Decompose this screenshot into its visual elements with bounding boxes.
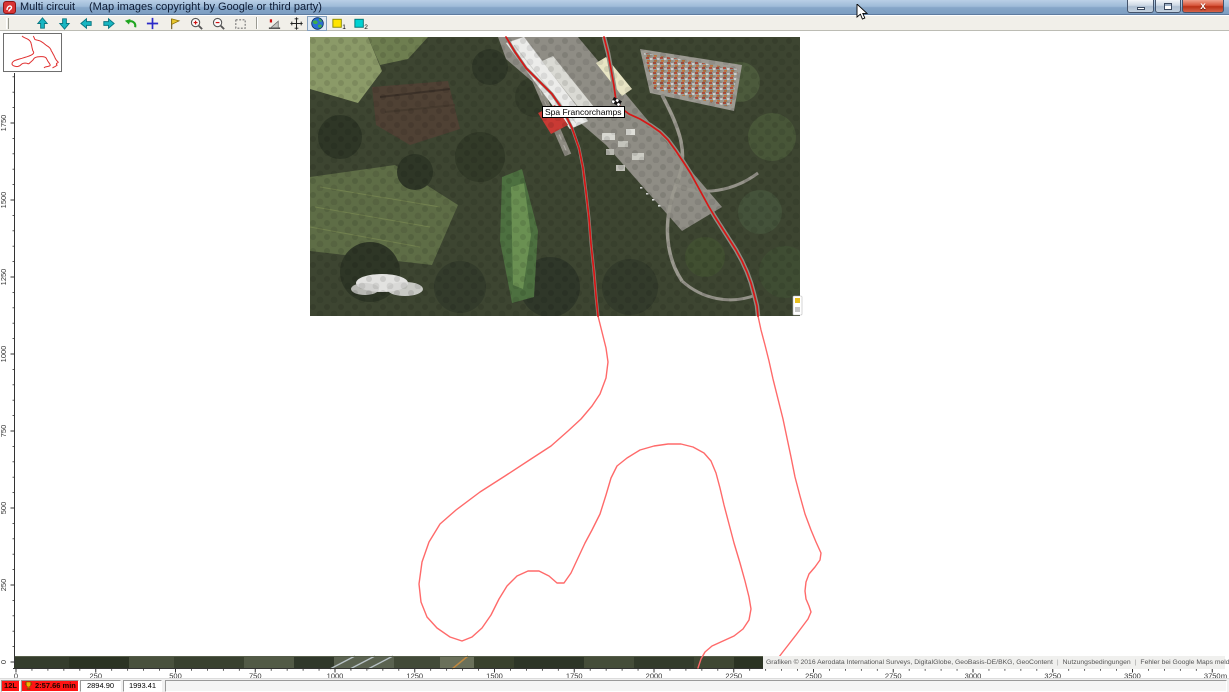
map-overlay-toggle-button[interactable] <box>307 16 327 31</box>
pan-right-icon <box>101 16 116 31</box>
zoom-in-icon <box>189 16 204 31</box>
zoom-out-icon <box>211 16 226 31</box>
svg-text:1750: 1750 <box>0 115 8 132</box>
zoom-select-button[interactable] <box>229 16 251 31</box>
move-tool-button[interactable] <box>141 16 163 31</box>
track-thumbnail-icon <box>4 34 61 71</box>
svg-text:1500: 1500 <box>0 192 8 209</box>
pan-up-icon <box>35 16 50 31</box>
svg-text:1000: 1000 <box>0 346 8 363</box>
pan-down-button[interactable] <box>53 16 75 31</box>
flag-tool-button[interactable] <box>163 16 185 31</box>
pan-left-button[interactable] <box>75 16 97 31</box>
slope-tool-button[interactable] <box>263 16 285 31</box>
svg-text:2: 2 <box>364 24 368 31</box>
trophy-icon <box>24 681 33 691</box>
svg-text:500: 500 <box>0 502 8 515</box>
cursor-y-panel: 1993.41 (Y) <box>123 680 162 692</box>
title-bar[interactable]: Multi circuit (Map images copyright by G… <box>0 0 1229 15</box>
selection-rect-icon <box>233 16 248 31</box>
close-button[interactable]: x <box>1182 0 1224 13</box>
plot-canvas[interactable]: 0250500750100012501500175020002250250027… <box>0 31 1229 678</box>
marker-2-icon: 2 <box>353 16 368 31</box>
marker-2-button[interactable]: 2 <box>349 16 371 31</box>
pan-left-icon <box>79 16 94 31</box>
undo-icon <box>123 16 138 31</box>
svg-text:0: 0 <box>0 660 8 664</box>
close-icon: x <box>1200 1 1206 12</box>
marker-1-icon: 1 <box>331 16 346 31</box>
lap-count-badge: 12L <box>1 680 20 692</box>
app-window: Multi circuit (Map images copyright by G… <box>0 0 1229 692</box>
attribution-text: Grafiken © 2016 Aerodata International S… <box>766 659 1053 666</box>
svg-text:1250: 1250 <box>0 269 8 286</box>
status-bar: 12L 2:57.66 min 2894.90 (X) 1993.41 (Y) <box>0 678 1229 692</box>
pan-up-button[interactable] <box>31 16 53 31</box>
satellite-image[interactable] <box>310 35 811 317</box>
crosshair-tool-button[interactable] <box>285 16 307 31</box>
svg-text:1: 1 <box>342 24 346 31</box>
globe-icon <box>310 16 325 31</box>
toolbar-gripper[interactable] <box>6 18 9 29</box>
best-lap-time: 2:57.66 min <box>35 681 76 691</box>
move-cross-icon <box>145 16 160 31</box>
marker-1-button[interactable]: 1 <box>327 16 349 31</box>
report-error-link[interactable]: Fehler bei Google Maps melden <box>1140 659 1229 666</box>
svg-text:750: 750 <box>0 425 8 438</box>
window-title: Multi circuit <box>20 1 75 13</box>
zoom-in-button[interactable] <box>185 16 207 31</box>
svg-text:250: 250 <box>0 579 8 592</box>
map-label-tooltip: Spa Francorchamps <box>542 106 625 118</box>
zoom-out-button[interactable] <box>207 16 229 31</box>
maximize-icon <box>1164 3 1172 10</box>
pan-right-button[interactable] <box>97 16 119 31</box>
slope-icon <box>267 16 282 31</box>
status-empty-panel <box>165 680 1227 692</box>
undo-view-button[interactable] <box>119 16 141 31</box>
minimize-icon <box>1137 7 1145 10</box>
terms-link[interactable]: Nutzungsbedingungen <box>1063 659 1131 666</box>
minimize-button[interactable] <box>1127 0 1154 13</box>
cursor-x-panel: 2894.90 (X) <box>80 680 121 692</box>
map-scene[interactable]: 0250500750100012501500175020002250250027… <box>0 31 1229 678</box>
best-lap-panel: 2:57.66 min <box>21 680 79 692</box>
track-overview-thumbnail[interactable] <box>3 33 62 72</box>
crosshair-icon <box>289 16 304 31</box>
map-attribution: Grafiken © 2016 Aerodata International S… <box>763 656 1225 669</box>
flag-icon <box>167 16 182 31</box>
toolbar: 1 2 <box>0 16 1229 31</box>
toolbar-separator <box>256 17 258 29</box>
app-icon <box>3 1 16 14</box>
window-title-note: (Map images copyright by Google or third… <box>89 1 322 13</box>
map-zoom-widget[interactable] <box>793 296 802 315</box>
pan-down-icon <box>57 16 72 31</box>
maximize-button[interactable] <box>1155 0 1181 13</box>
